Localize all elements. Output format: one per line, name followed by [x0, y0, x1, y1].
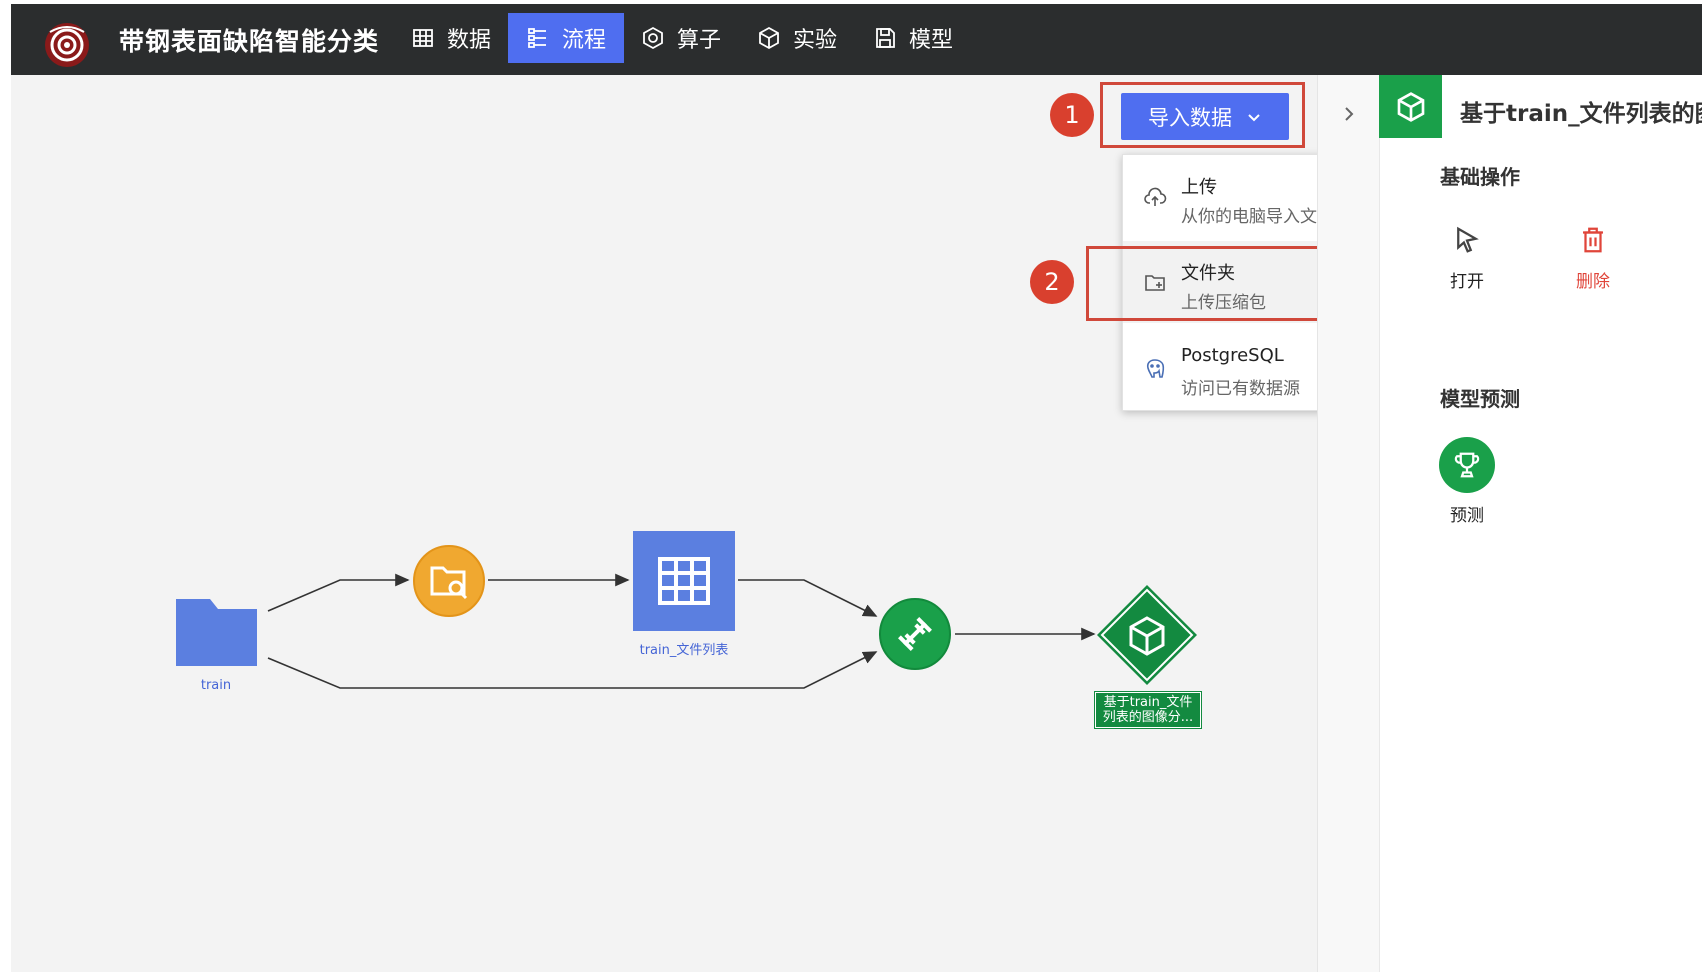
- properties-panel: [1379, 75, 1702, 972]
- panel-collapse-strip: [1317, 75, 1380, 972]
- folder-node-icon[interactable]: [176, 599, 257, 666]
- delete-action-label: 删除: [1576, 272, 1610, 292]
- folder-node-label: train: [200, 678, 232, 693]
- open-action-label: 打开: [1450, 272, 1484, 292]
- trash-icon: [1583, 227, 1603, 253]
- predict-action-button[interactable]: 预测: [1432, 437, 1502, 526]
- trophy-icon: [1454, 452, 1480, 478]
- file-search-node-icon[interactable]: [412, 544, 486, 618]
- model-node-label: 基于train_文件 列表的图像分...: [1094, 691, 1202, 729]
- dumbbell-node-icon[interactable]: [878, 597, 952, 671]
- step-badge-2: 2: [1030, 260, 1074, 304]
- panel-title: 基于train_文件列表的图: [1460, 101, 1702, 127]
- model-prediction-heading: 模型预测: [1440, 387, 1520, 411]
- table-node-label: train_文件列表: [639, 643, 729, 658]
- edge-table-train: [738, 579, 878, 617]
- predict-icon-circle: [1439, 437, 1495, 493]
- import-data-label: 导入数据: [1148, 105, 1232, 130]
- step-badge-1: 1: [1050, 93, 1094, 137]
- edge-train-scan: [267, 573, 410, 612]
- edge-train-train: [267, 651, 878, 689]
- predict-action-label: 预测: [1450, 506, 1484, 526]
- menu-item-upload-subtitle: 从你的电脑导入文件: [1181, 207, 1334, 227]
- open-action-button[interactable]: 打开: [1432, 225, 1502, 292]
- table-node-icon[interactable]: [633, 531, 735, 631]
- cloud-upload-icon: [1144, 187, 1167, 206]
- basic-operations-heading: 基础操作: [1440, 165, 1520, 189]
- import-data-button[interactable]: 导入数据: [1121, 93, 1289, 140]
- cursor-pointer-icon: [1457, 226, 1479, 253]
- menu-item-postgresql-subtitle: 访问已有数据源: [1181, 379, 1300, 399]
- model-node-label-line1: 基于train_文件: [1103, 695, 1193, 710]
- postgresql-icon: [1146, 359, 1165, 378]
- delete-action-button[interactable]: 删除: [1558, 225, 1628, 292]
- panel-header-icon-box: [1379, 75, 1442, 138]
- menu-item-postgresql-title: PostgreSQL: [1181, 345, 1284, 366]
- cube-icon: [1397, 91, 1424, 122]
- model-node-icon[interactable]: [1095, 583, 1199, 687]
- model-node-label-line2: 列表的图像分...: [1102, 710, 1194, 725]
- chevron-down-icon: [1248, 113, 1260, 121]
- chevron-right-icon[interactable]: [1339, 104, 1359, 124]
- menu-item-upload-title: 上传: [1181, 177, 1217, 198]
